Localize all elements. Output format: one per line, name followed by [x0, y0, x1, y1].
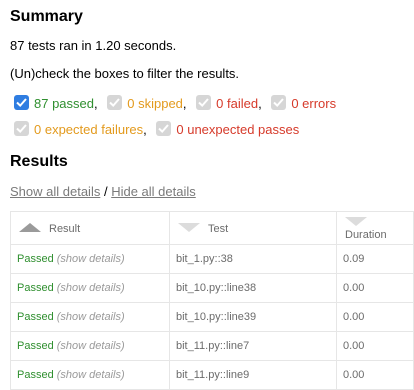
test-name-cell: bit_10.py::line39 — [169, 302, 337, 332]
tests-ran-text: 87 tests ran in 1.20 seconds. — [10, 38, 177, 53]
test-name-cell: bit_10.py::line38 — [169, 273, 337, 303]
result-cell: Passed (show details) — [10, 273, 170, 303]
filter-passed[interactable]: 87 passed, — [14, 95, 101, 111]
checkbox-passed[interactable] — [14, 95, 29, 110]
result-cell: Passed (show details) — [10, 360, 170, 390]
filter-passed-label: 87 passed — [34, 96, 94, 111]
sort-unsorted-icon — [178, 222, 200, 232]
test-name-cell: bit_1.py::38 — [169, 244, 337, 274]
filter-unexpected-passes[interactable]: 0 unexpected passes — [156, 121, 300, 137]
result-cell: Passed (show details) — [10, 331, 170, 361]
results-heading: Results — [10, 153, 68, 170]
duration-cell: 0.00 — [336, 360, 414, 390]
result-status: Passed — [17, 340, 54, 352]
result-status: Passed — [17, 311, 54, 323]
filter-expected-failures-label: 0 expected failures — [34, 122, 144, 137]
test-name-cell: bit_11.py::line7 — [169, 331, 337, 361]
result-status: Passed — [17, 369, 54, 381]
result-cell: Passed (show details) — [10, 244, 170, 274]
checkmark-icon — [16, 124, 27, 134]
table-row: Passed (show details) bit_10.py::line38 … — [10, 273, 414, 303]
separator: , — [94, 96, 98, 111]
show-details-link[interactable]: (show details) — [57, 282, 125, 294]
column-header-result-label: Result — [49, 223, 81, 235]
show-all-details-link[interactable]: Show all details — [10, 184, 100, 199]
filter-skipped-label: 0 skipped — [127, 96, 183, 111]
separator: , — [258, 96, 262, 111]
checkmark-icon — [16, 98, 27, 108]
duration-cell: 0.00 — [336, 273, 414, 303]
filter-errors[interactable]: 0 errors — [271, 95, 337, 111]
show-details-link[interactable]: (show details) — [57, 369, 125, 381]
column-header-duration[interactable]: Duration — [336, 211, 414, 245]
links-slash: / — [103, 184, 108, 199]
results-table: Result Test Duration Passed (show detail… — [10, 211, 414, 390]
filter-failed-label: 0 failed — [216, 96, 259, 111]
checkbox-failed[interactable] — [196, 95, 212, 110]
duration-cell: 0.09 — [336, 244, 414, 274]
filter-expected-failures[interactable]: 0 expected failures, — [14, 121, 150, 137]
column-header-test-label: Test — [208, 223, 229, 235]
checkmark-icon — [198, 98, 209, 108]
filter-row-1: 87 passed, 0 skipped, 0 failed, 0 errors — [14, 95, 342, 111]
table-header-row: Result Test Duration — [10, 211, 414, 245]
filter-hint-text: (Un)check the boxes to filter the result… — [10, 66, 240, 81]
filter-row-2: 0 expected failures, 0 unexpected passes — [14, 121, 305, 137]
table-row: Passed (show details) bit_10.py::line39 … — [10, 302, 414, 332]
checkmark-icon — [158, 124, 170, 134]
show-details-link[interactable]: (show details) — [57, 253, 125, 265]
result-status: Passed — [17, 282, 54, 294]
show-details-link[interactable]: (show details) — [57, 340, 125, 352]
summary-heading: Summary — [10, 8, 83, 25]
filter-errors-label: 0 errors — [291, 96, 337, 111]
table-row: Passed (show details) bit_11.py::line9 0… — [10, 360, 414, 390]
table-row: Passed (show details) bit_1.py::38 0.09 — [10, 244, 414, 274]
column-header-test[interactable]: Test — [169, 211, 337, 245]
checkbox-errors[interactable] — [271, 95, 287, 110]
checkbox-skipped[interactable] — [107, 95, 123, 110]
separator: , — [143, 122, 147, 137]
checkbox-unexpected-passes[interactable] — [156, 121, 172, 136]
test-name-cell: bit_11.py::line9 — [169, 360, 337, 390]
table-row: Passed (show details) bit_11.py::line7 0… — [10, 331, 414, 361]
sort-ascending-icon — [19, 222, 41, 232]
checkmark-icon — [109, 98, 121, 108]
result-cell: Passed (show details) — [10, 302, 170, 332]
checkmark-icon — [273, 98, 285, 108]
show-details-link[interactable]: (show details) — [57, 311, 125, 323]
column-header-result[interactable]: Result — [10, 211, 170, 245]
filter-unexpected-passes-label: 0 unexpected passes — [176, 122, 300, 137]
details-links: Show all details / Hide all details — [10, 184, 196, 199]
duration-cell: 0.00 — [336, 302, 414, 332]
duration-cell: 0.00 — [336, 331, 414, 361]
sort-unsorted-icon — [345, 216, 367, 226]
filter-skipped[interactable]: 0 skipped, — [107, 95, 190, 111]
separator: , — [182, 96, 187, 111]
column-header-duration-label: Duration — [345, 229, 387, 241]
filter-failed[interactable]: 0 failed, — [196, 95, 265, 111]
result-status: Passed — [17, 253, 54, 265]
hide-all-details-link[interactable]: Hide all details — [111, 184, 196, 199]
checkbox-expected-failures[interactable] — [14, 121, 29, 136]
